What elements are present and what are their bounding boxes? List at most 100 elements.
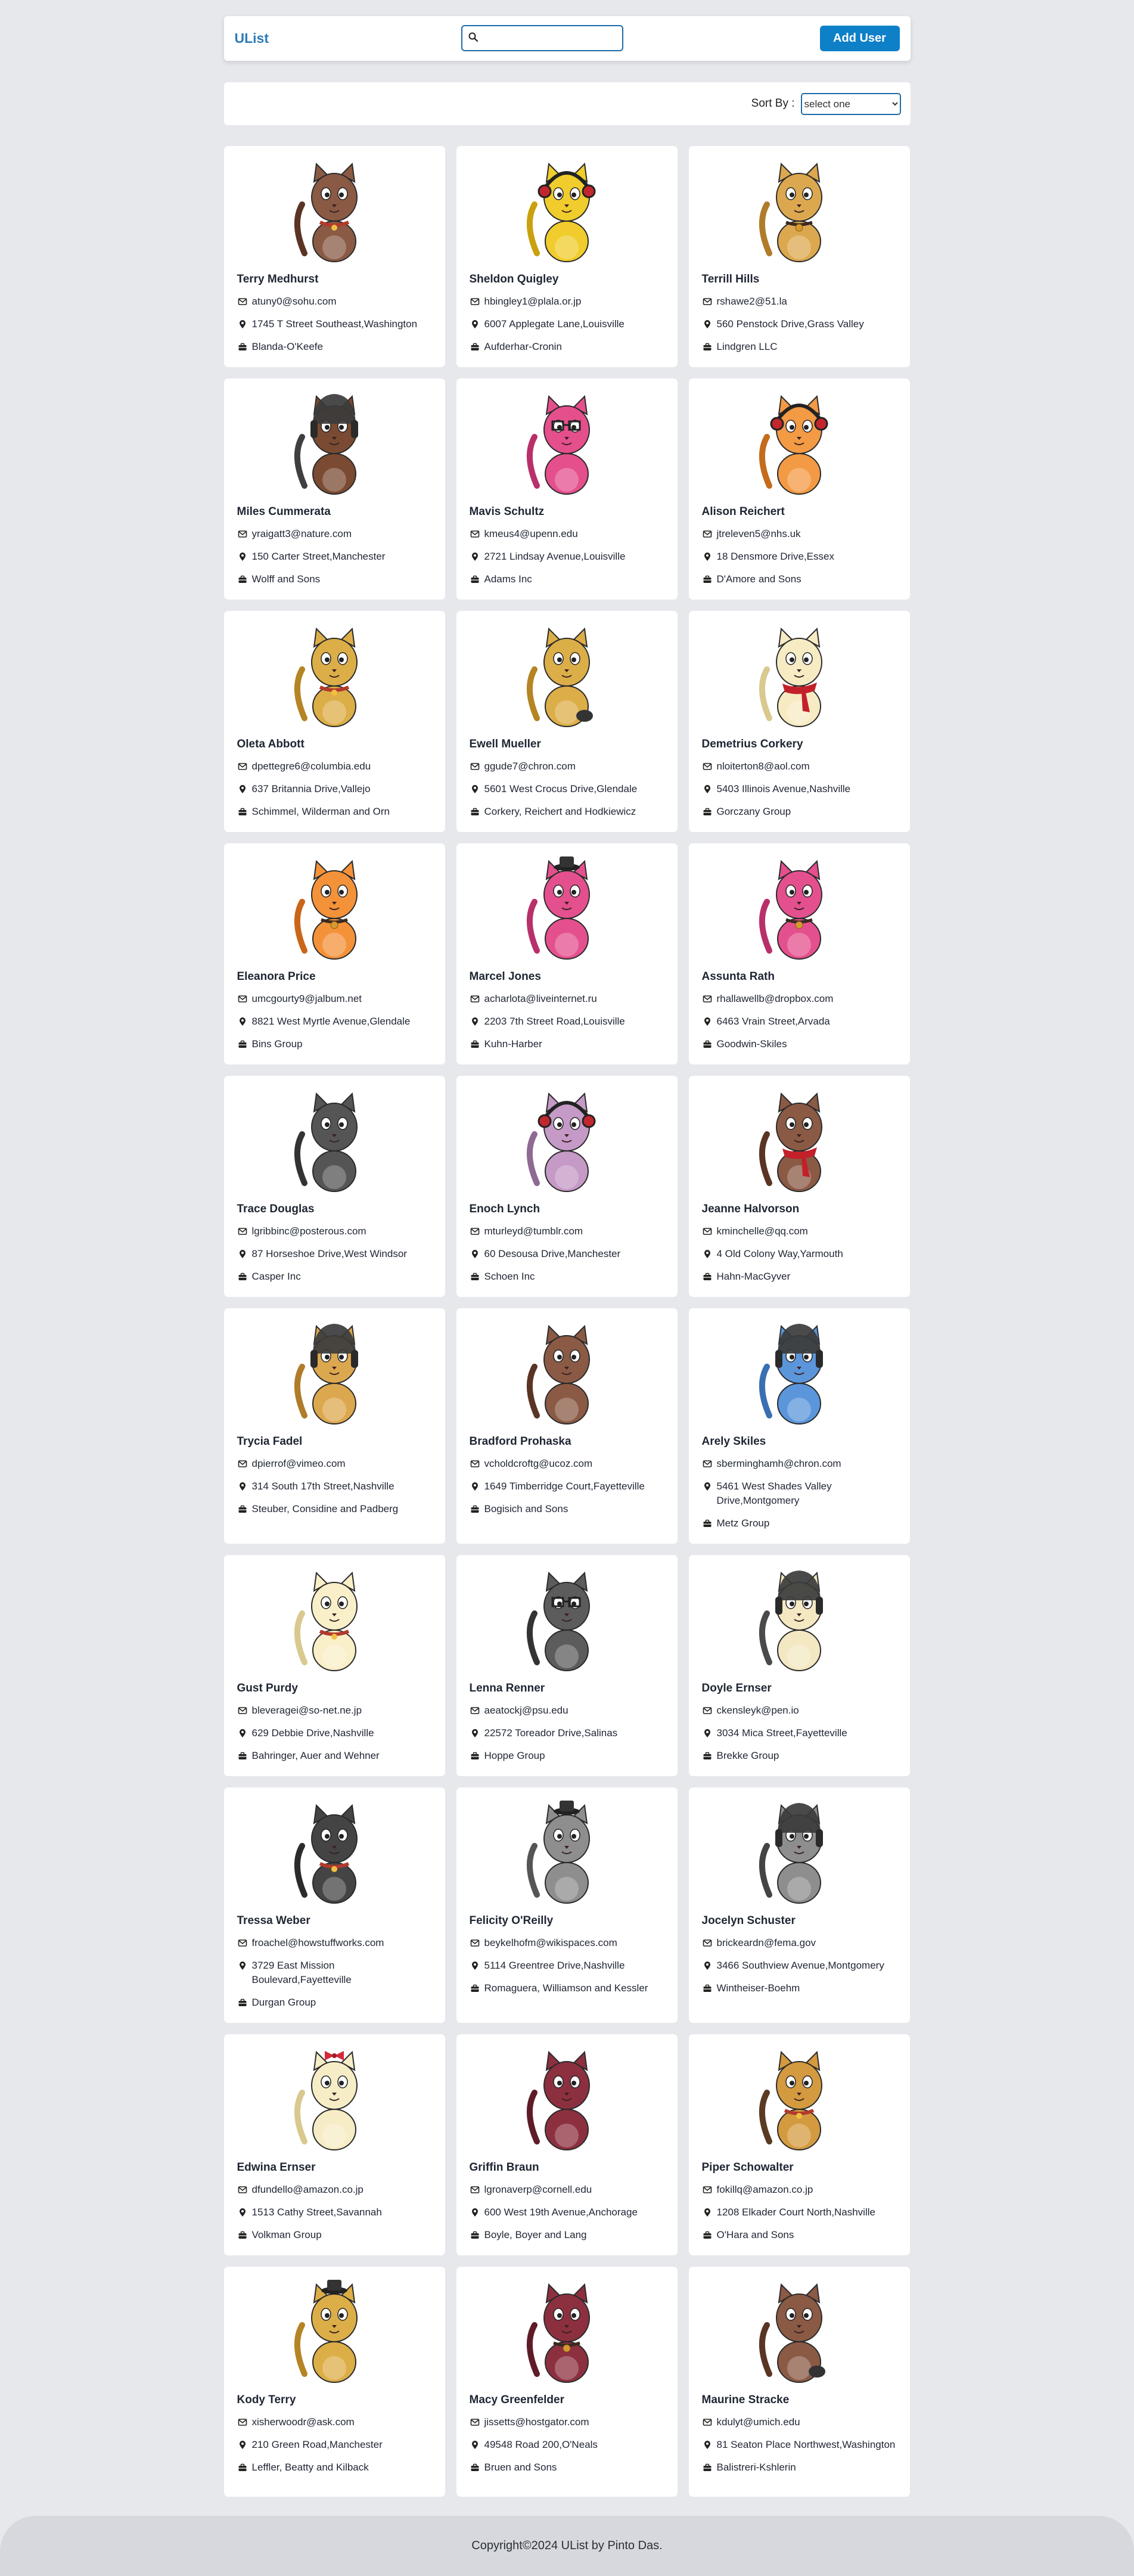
user-card[interactable]: Enoch Lynch mturleyd@tumblr.com 60 Desou…	[456, 1076, 678, 1297]
email-row: yraigatt3@nature.com	[237, 527, 432, 541]
avatar	[470, 849, 664, 961]
user-card[interactable]: Eleanora Price umcgourty9@jalbum.net 882…	[223, 843, 445, 1064]
brand-logo[interactable]: UList	[235, 30, 269, 46]
user-card[interactable]: Mavis Schultz kmeus4@upenn.edu 2721 Lind…	[456, 378, 678, 600]
email-row: kdulyt@umich.edu	[702, 2415, 897, 2429]
user-email: brickeardn@fema.gov	[716, 1937, 816, 1948]
user-name: Trycia Fadel	[237, 1435, 303, 1448]
search-icon	[468, 32, 478, 45]
user-email: jissetts@hostgator.com	[484, 2416, 589, 2428]
briefcase-icon	[237, 1037, 248, 1051]
user-email: dfundello@amazon.co.jp	[251, 2184, 363, 2195]
user-company: Aufderhar-Cronin	[484, 341, 562, 352]
user-card[interactable]: Terrill Hills rshawe2@51.la 560 Penstock…	[688, 146, 910, 367]
user-card[interactable]: Demetrius Corkery nloiterton8@aol.com 54…	[688, 611, 910, 832]
address-row: 5461 West Shades Valley Drive,Montgomery	[702, 1479, 897, 1508]
address-row: 5114 Greentree Drive,Nashville	[470, 1959, 664, 1973]
email-row: dpettegre6@columbia.edu	[237, 759, 432, 774]
briefcase-icon	[470, 2228, 480, 2242]
user-card[interactable]: Trace Douglas lgribbinc@posterous.com 87…	[223, 1076, 445, 1297]
briefcase-icon	[702, 1749, 713, 1763]
company-row: Romaguera, Williamson and Kessler	[470, 1981, 664, 1995]
company-row: Kuhn-Harber	[470, 1037, 664, 1051]
user-card[interactable]: Piper Schowalter fokillq@amazon.co.jp 12…	[688, 2034, 910, 2255]
envelope-icon	[470, 1936, 480, 1950]
user-card[interactable]: Bradford Prohaska vcholdcroftg@ucoz.com …	[456, 1308, 678, 1544]
user-card[interactable]: Marcel Jones acharlota@liveinternet.ru 2…	[456, 843, 678, 1064]
user-card[interactable]: Miles Cummerata yraigatt3@nature.com 150…	[223, 378, 445, 600]
user-card[interactable]: Macy Greenfelder jissetts@hostgator.com …	[456, 2267, 678, 2497]
user-company: Bins Group	[251, 1038, 303, 1050]
envelope-icon	[470, 1703, 480, 1718]
briefcase-icon	[702, 805, 713, 819]
envelope-icon	[470, 992, 480, 1006]
user-card[interactable]: Kody Terry xisherwoodr@ask.com 210 Green…	[223, 2267, 445, 2497]
map-pin-icon	[702, 2438, 713, 2452]
user-name: Doyle Ernser	[701, 1682, 772, 1694]
user-name: Terrill Hills	[701, 273, 760, 285]
search-input[interactable]	[477, 26, 622, 50]
user-card[interactable]: Trycia Fadel dpierrof@vimeo.com 314 Sout…	[223, 1308, 445, 1544]
user-email: lgribbinc@posterous.com	[251, 1225, 366, 1237]
company-row: Schoen Inc	[470, 1270, 664, 1284]
sort-select[interactable]: select one	[800, 92, 901, 115]
company-row: O'Hara and Sons	[702, 2228, 897, 2242]
map-pin-icon	[470, 1959, 480, 1973]
user-address: 210 Green Road,Manchester	[251, 2439, 383, 2450]
search-box[interactable]	[461, 25, 623, 51]
user-card[interactable]: Terry Medhurst atuny0@sohu.com 1745 T St…	[223, 146, 445, 367]
map-pin-icon	[237, 2438, 248, 2452]
user-card[interactable]: Lenna Renner aeatockj@psu.edu 22572 Tore…	[456, 1555, 678, 1776]
user-card[interactable]: Arely Skiles sberminghamh@chron.com 5461…	[688, 1308, 910, 1544]
envelope-icon	[237, 2183, 248, 2197]
briefcase-icon	[702, 1037, 713, 1051]
user-company: Brekke Group	[716, 1750, 779, 1761]
user-card[interactable]: Assunta Rath rhallawellb@dropbox.com 646…	[688, 843, 910, 1064]
envelope-icon	[470, 294, 480, 309]
user-card[interactable]: Gust Purdy bleveragei@so-net.ne.jp 629 D…	[223, 1555, 445, 1776]
company-row: Goodwin-Skiles	[702, 1037, 897, 1051]
user-company: Balistreri-Kshlerin	[716, 2462, 796, 2473]
user-card[interactable]: Oleta Abbott dpettegre6@columbia.edu 637…	[223, 611, 445, 832]
user-company: Bogisich and Sons	[484, 1503, 568, 1514]
user-card[interactable]: Felicity O'Reilly beykelhofm@wikispaces.…	[456, 1787, 678, 2023]
email-row: jissetts@hostgator.com	[470, 2415, 664, 2429]
user-card[interactable]: Alison Reichert jtreleven5@nhs.uk 18 Den…	[688, 378, 910, 600]
company-row: Bruen and Sons	[470, 2460, 664, 2475]
user-card[interactable]: Jeanne Halvorson kminchelle@qq.com 4 Old…	[688, 1076, 910, 1297]
user-email: kdulyt@umich.edu	[716, 2416, 800, 2428]
avatar	[470, 152, 664, 264]
user-card[interactable]: Griffin Braun lgronaverp@cornell.edu 600…	[456, 2034, 678, 2255]
address-row: 1745 T Street Southeast,Washington	[237, 317, 432, 331]
company-row: Wolff and Sons	[237, 572, 432, 586]
email-row: kminchelle@qq.com	[702, 1224, 897, 1239]
user-name: Gust Purdy	[237, 1682, 298, 1694]
user-email: sberminghamh@chron.com	[716, 1458, 841, 1469]
avatar	[702, 384, 897, 496]
add-user-button[interactable]: Add User	[819, 26, 900, 51]
address-row: 3466 Southview Avenue,Montgomery	[702, 1959, 897, 1973]
user-name: Tressa Weber	[237, 1914, 310, 1927]
user-company: Bahringer, Auer and Wehner	[251, 1750, 380, 1761]
user-name: Maurine Stracke	[701, 2394, 790, 2406]
email-row: ckensleyk@pen.io	[702, 1703, 897, 1718]
avatar	[470, 1314, 664, 1426]
user-address: 314 South 17th Street,Nashville	[251, 1481, 394, 1492]
user-card[interactable]: Ewell Mueller ggude7@chron.com 5601 West…	[456, 611, 678, 832]
user-card[interactable]: Jocelyn Schuster brickeardn@fema.gov 346…	[688, 1787, 910, 2023]
company-row: Durgan Group	[237, 1995, 432, 2010]
user-card[interactable]: Sheldon Quigley hbingley1@plala.or.jp 60…	[456, 146, 678, 367]
user-company: O'Hara and Sons	[716, 2229, 794, 2240]
user-name: Oleta Abbott	[237, 738, 305, 750]
envelope-icon	[702, 2415, 713, 2429]
address-row: 1208 Elkader Court North,Nashville	[702, 2205, 897, 2220]
user-card[interactable]: Tressa Weber froachel@howstuffworks.com …	[223, 1787, 445, 2023]
user-card[interactable]: Edwina Ernser dfundello@amazon.co.jp 151…	[223, 2034, 445, 2255]
company-row: Hoppe Group	[470, 1749, 664, 1763]
map-pin-icon	[237, 1014, 248, 1029]
user-card[interactable]: Maurine Stracke kdulyt@umich.edu 81 Seat…	[688, 2267, 910, 2497]
company-row: Balistreri-Kshlerin	[702, 2460, 897, 2475]
user-card[interactable]: Doyle Ernser ckensleyk@pen.io 3034 Mica …	[688, 1555, 910, 1776]
envelope-icon	[702, 2183, 713, 2197]
email-row: acharlota@liveinternet.ru	[470, 992, 664, 1006]
